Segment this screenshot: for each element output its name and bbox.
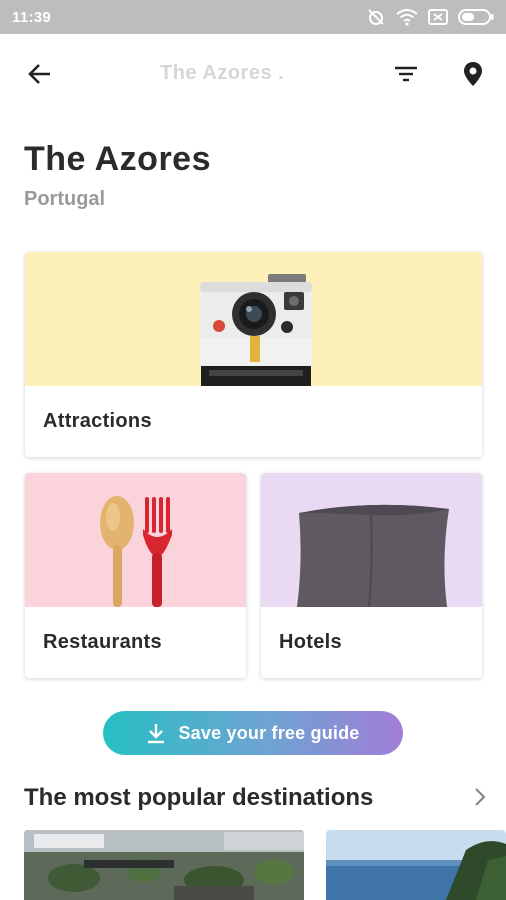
battery-icon <box>458 9 494 25</box>
popular-destinations-more-button[interactable] <box>466 783 494 811</box>
save-guide-button[interactable]: Save your free guide <box>103 711 403 755</box>
arrow-back-icon <box>28 64 50 84</box>
filter-button[interactable] <box>388 56 424 92</box>
destination-card[interactable] <box>326 830 506 900</box>
wifi-icon <box>396 8 418 26</box>
status-time: 11:39 <box>12 8 52 26</box>
download-icon <box>148 724 165 744</box>
hotels-image <box>261 473 482 607</box>
map-button[interactable] <box>455 56 491 92</box>
destination-card[interactable] <box>24 830 304 900</box>
chevron-right-icon <box>475 788 486 806</box>
restaurants-label: Restaurants <box>43 631 162 653</box>
app-bar: The Azores . <box>0 34 506 114</box>
restaurants-image <box>25 473 246 607</box>
destination-image <box>326 830 506 900</box>
pillow-icon <box>297 504 449 607</box>
location-pin-icon <box>464 62 482 86</box>
attractions-image <box>25 252 482 386</box>
status-icons <box>366 8 494 26</box>
app-bar-title: The Azores . <box>160 62 285 84</box>
attractions-card[interactable]: Attractions <box>25 252 482 457</box>
save-guide-label: Save your free guide <box>178 722 360 743</box>
attractions-label: Attractions <box>43 410 152 432</box>
sim-icon <box>428 9 448 25</box>
destination-image <box>24 830 304 900</box>
camera-icon <box>200 274 312 386</box>
filter-icon <box>395 66 417 82</box>
popular-destinations-title: The most popular destinations <box>24 784 374 811</box>
back-button[interactable] <box>22 56 58 92</box>
hotels-label: Hotels <box>279 631 342 653</box>
restaurants-card[interactable]: Restaurants <box>25 473 246 678</box>
hotels-card[interactable]: Hotels <box>261 473 482 678</box>
page-title: The Azores <box>24 140 212 178</box>
status-bar: 11:39 <box>0 0 506 34</box>
cutlery-icon <box>100 496 172 607</box>
alarm-off-icon <box>366 8 386 26</box>
page-subtitle: Portugal <box>24 188 106 210</box>
